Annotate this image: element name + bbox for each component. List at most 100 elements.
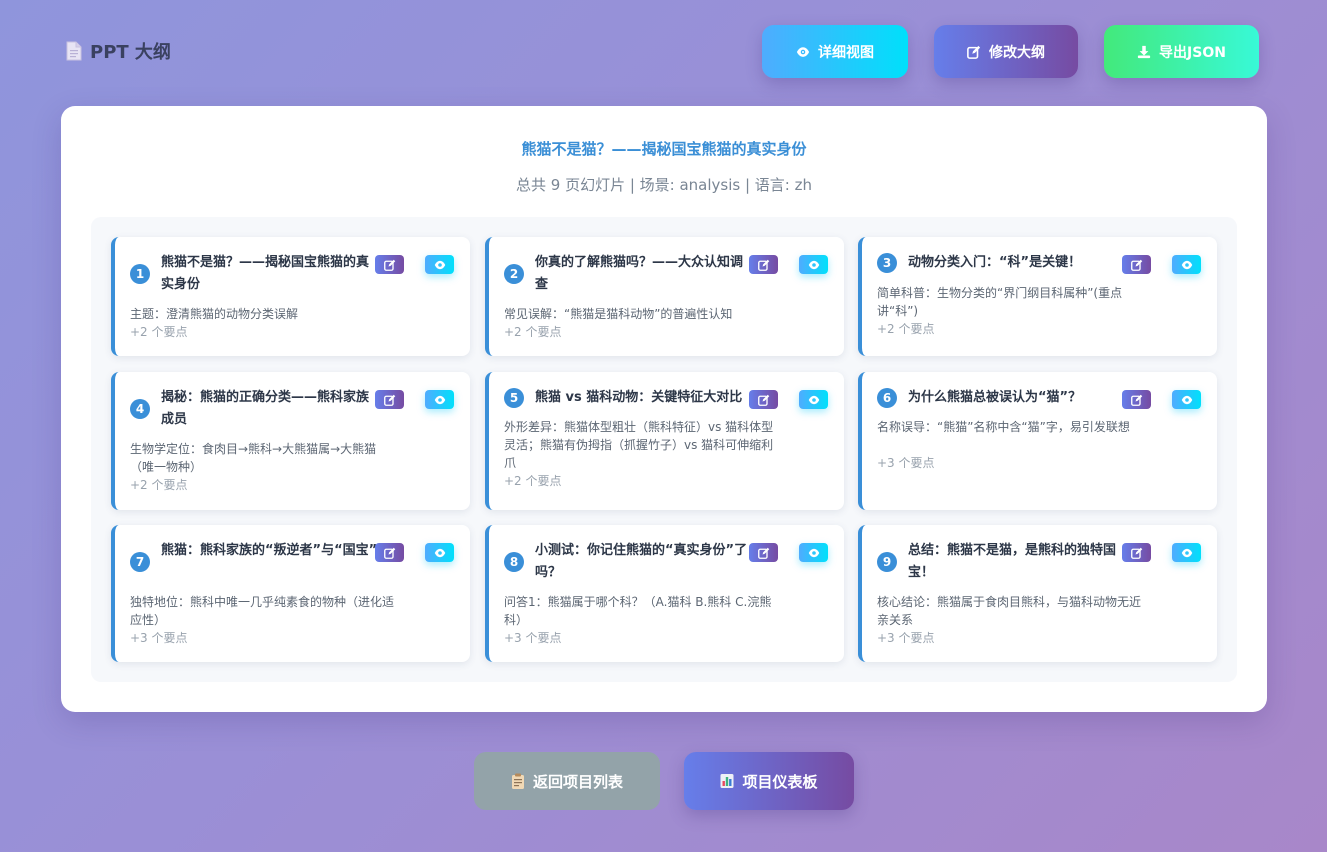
slide-description: 问答1：熊猫属于哪个科？（A.猫科 B.熊科 C.浣熊科） — [504, 595, 772, 627]
slide-title: 熊猫：熊科家族的“叛逆者”与“国宝” — [161, 543, 378, 558]
back-to-projects-button[interactable]: 返回项目列表 — [474, 752, 660, 810]
eye-icon — [434, 260, 445, 269]
slide-more-points: +2 个要点 — [877, 322, 935, 336]
eye-icon — [1181, 548, 1192, 557]
slide-number: 5 — [504, 388, 524, 408]
edit-icon — [1130, 259, 1142, 271]
slide-number: 6 — [877, 388, 897, 408]
slide-title: 熊猫不是猫？——揭秘国宝熊猫的真实身份 — [161, 255, 370, 292]
app-title-text: PPT 大纲 — [90, 42, 171, 63]
slide-more-points: +3 个要点 — [877, 456, 935, 470]
project-dashboard-button[interactable]: 项目仪表板 — [684, 752, 854, 810]
slide-more-points: +2 个要点 — [504, 474, 562, 488]
slide-card[interactable]: 8 小测试：你记住熊猫的“真实身份”了吗？ 问答1：熊猫属于哪个科？（A.猫科 … — [485, 525, 844, 662]
app-title: PPT 大纲 — [66, 38, 171, 64]
slide-more-points: +3 个要点 — [877, 631, 935, 645]
detail-view-button[interactable]: 详细视图 — [762, 25, 908, 78]
slide-number: 8 — [504, 552, 524, 572]
edit-outline-label: 修改大纲 — [989, 44, 1045, 61]
view-slide-button[interactable] — [799, 543, 828, 562]
slide-number: 1 — [130, 264, 150, 284]
view-slide-button[interactable] — [425, 255, 454, 274]
download-icon — [1137, 45, 1151, 59]
slide-description: 常见误解：“熊猫是猫科动物”的普遍性认知 — [504, 307, 733, 321]
slide-title: 你真的了解熊猫吗？——大众认知调查 — [535, 255, 744, 292]
view-slide-button[interactable] — [799, 390, 828, 409]
eye-icon — [1181, 395, 1192, 404]
eye-icon — [808, 548, 819, 557]
slide-number: 4 — [130, 399, 150, 419]
slide-card[interactable]: 5 熊猫 vs 猫科动物：关键特征大对比 外形差异：熊猫体型粗壮（熊科特征）vs… — [485, 372, 844, 510]
edit-icon — [383, 547, 395, 559]
bar-chart-icon — [720, 773, 734, 789]
eye-icon — [1181, 260, 1192, 269]
edit-icon — [1130, 547, 1142, 559]
slide-description: 简单科普：生物分类的“界门纲目科属种”(重点讲“科”) — [877, 286, 1123, 318]
outline-title: 熊猫不是猫？——揭秘国宝熊猫的真实身份 — [521, 140, 807, 158]
slide-more-points: +2 个要点 — [130, 478, 188, 492]
edit-icon — [967, 45, 981, 59]
edit-icon — [757, 394, 769, 406]
edit-icon — [757, 547, 769, 559]
slide-card[interactable]: 9 总结：熊猫不是猫，是熊科的独特国宝！ 核心结论：熊猫属于食肉目熊科，与猫科动… — [858, 525, 1217, 662]
view-slide-button[interactable] — [1172, 543, 1201, 562]
slide-card[interactable]: 3 动物分类入门：“科”是关键！ 简单科普：生物分类的“界门纲目科属种”(重点讲… — [858, 237, 1217, 356]
edit-icon — [1130, 394, 1142, 406]
slide-grid: 1 熊猫不是猫？——揭秘国宝熊猫的真实身份 主题：澄清熊猫的动物分类误解 +2 … — [91, 217, 1237, 682]
eye-icon — [808, 260, 819, 269]
slide-title: 熊猫 vs 猫科动物：关键特征大对比 — [535, 390, 743, 405]
slide-description: 名称误导：“熊猫”名称中含“猫”字，易引发联想 — [877, 420, 1130, 434]
view-slide-button[interactable] — [1172, 390, 1201, 409]
edit-slide-button[interactable] — [749, 390, 778, 409]
edit-slide-button[interactable] — [749, 255, 778, 274]
slide-title: 总结：熊猫不是猫，是熊科的独特国宝！ — [908, 543, 1117, 580]
outline-meta: 总共 9 页幻灯片 | 场景: analysis | 语言: zh — [515, 176, 813, 194]
slide-title: 小测试：你记住熊猫的“真实身份”了吗？ — [535, 543, 748, 580]
edit-slide-button[interactable] — [749, 543, 778, 562]
edit-slide-button[interactable] — [375, 390, 404, 409]
slide-title: 动物分类入门：“科”是关键！ — [908, 255, 1082, 270]
slide-title: 揭秘：熊猫的正确分类——熊科家族成员 — [161, 390, 370, 427]
export-json-label: 导出JSON — [1159, 44, 1226, 61]
slide-description: 生物学定位：食肉目→熊科→大熊猫属→大熊猫（唯一物种） — [130, 442, 377, 474]
slide-card[interactable]: 4 揭秘：熊猫的正确分类——熊科家族成员 生物学定位：食肉目→熊科→大熊猫属→大… — [111, 372, 470, 510]
clipboard-icon — [511, 773, 525, 789]
edit-slide-button[interactable] — [375, 543, 404, 562]
slide-card[interactable]: 6 为什么熊猫总被误认为“猫”？ 名称误导：“熊猫”名称中含“猫”字，易引发联想… — [858, 372, 1217, 510]
eye-icon — [796, 45, 810, 59]
top-bar: PPT 大纲 详细视图 修改大纲 导出JSON — [0, 0, 1327, 100]
edit-slide-button[interactable] — [375, 255, 404, 274]
slide-more-points: +3 个要点 — [130, 631, 188, 645]
slide-description: 主题：澄清熊猫的动物分类误解 — [130, 307, 299, 321]
view-slide-button[interactable] — [799, 255, 828, 274]
eye-icon — [434, 548, 445, 557]
slide-more-points: +2 个要点 — [130, 325, 188, 339]
slide-description: 外形差异：熊猫体型粗壮（熊科特征）vs 猫科体型灵活；熊猫有伪拇指（抓握竹子）v… — [504, 420, 774, 470]
outline-panel: 熊猫不是猫？——揭秘国宝熊猫的真实身份 总共 9 页幻灯片 | 场景: anal… — [61, 106, 1267, 712]
slide-number: 3 — [877, 253, 897, 273]
edit-outline-button[interactable]: 修改大纲 — [934, 25, 1078, 78]
slide-number: 2 — [504, 264, 524, 284]
edit-icon — [757, 259, 769, 271]
project-dashboard-label: 项目仪表板 — [742, 772, 818, 791]
edit-slide-button[interactable] — [1122, 255, 1151, 274]
slide-description: 核心结论：熊猫属于食肉目熊科，与猫科动物无近亲关系 — [877, 595, 1142, 627]
slide-card[interactable]: 2 你真的了解熊猫吗？——大众认知调查 常见误解：“熊猫是猫科动物”的普遍性认知… — [485, 237, 844, 356]
slide-description: 独特地位：熊科中唯一几乎纯素食的物种（进化适应性） — [130, 595, 395, 627]
edit-icon — [383, 259, 395, 271]
slide-number: 7 — [130, 552, 150, 572]
view-slide-button[interactable] — [1172, 255, 1201, 274]
edit-slide-button[interactable] — [1122, 390, 1151, 409]
slide-title: 为什么熊猫总被误认为“猫”？ — [908, 390, 1082, 405]
detail-view-label: 详细视图 — [818, 44, 874, 61]
edit-slide-button[interactable] — [1122, 543, 1151, 562]
slide-card[interactable]: 7 熊猫：熊科家族的“叛逆者”与“国宝” 独特地位：熊科中唯一几乎纯素食的物种（… — [111, 525, 470, 662]
eye-icon — [808, 395, 819, 404]
view-slide-button[interactable] — [425, 543, 454, 562]
export-json-button[interactable]: 导出JSON — [1104, 25, 1259, 78]
slide-card[interactable]: 1 熊猫不是猫？——揭秘国宝熊猫的真实身份 主题：澄清熊猫的动物分类误解 +2 … — [111, 237, 470, 356]
slide-more-points: +2 个要点 — [504, 325, 562, 339]
edit-icon — [383, 394, 395, 406]
back-to-projects-label: 返回项目列表 — [532, 772, 623, 791]
view-slide-button[interactable] — [425, 390, 454, 409]
